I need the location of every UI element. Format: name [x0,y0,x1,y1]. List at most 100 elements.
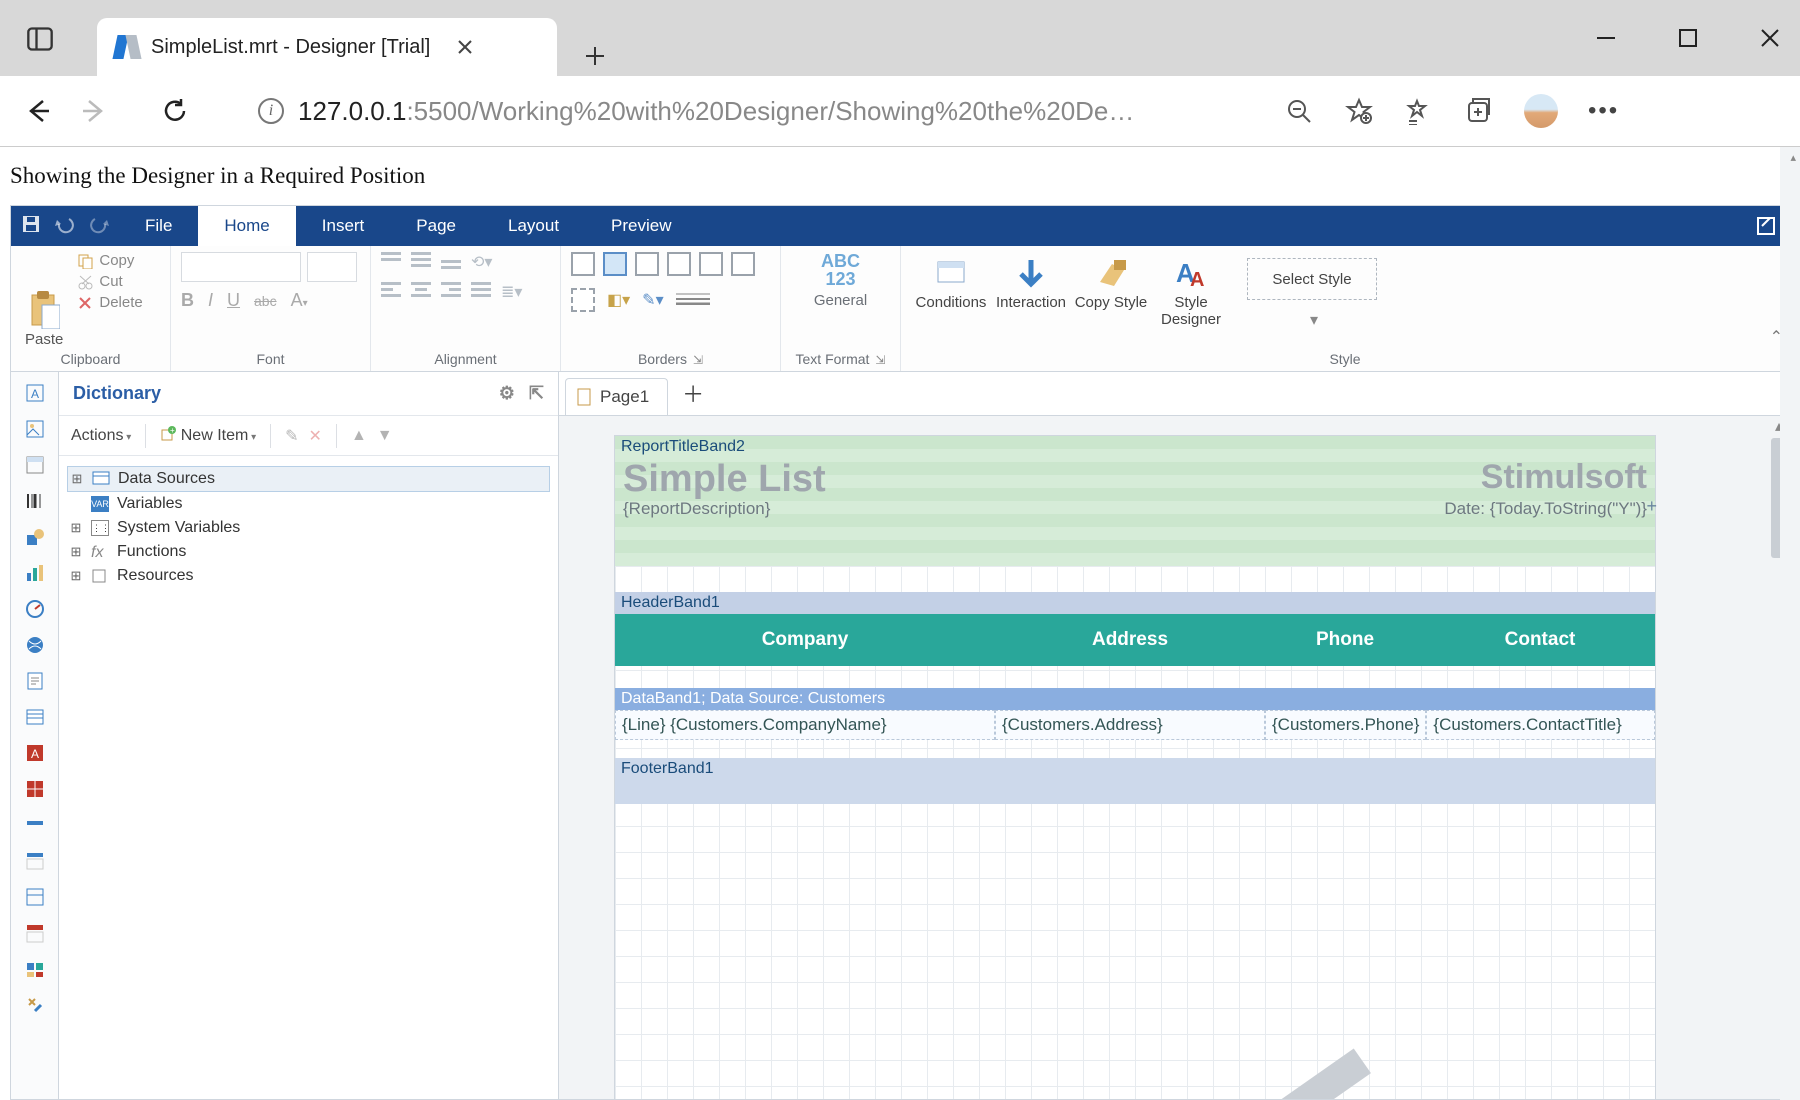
col-address[interactable]: Address [995,614,1265,666]
style-more-icon[interactable]: ▾ [1310,310,1318,330]
url-box[interactable]: i 127.0.0.1:5500/Working%20with%20Design… [244,87,1254,135]
move-down-icon[interactable]: ▼ [377,427,393,445]
design-canvas[interactable]: ReportTitleBand2 Simple List Stimulsoft … [559,416,1789,1099]
title-text-left[interactable]: Simple List [623,458,826,501]
italic-icon[interactable]: I [208,290,213,311]
fill-icon[interactable]: ◧▾ [607,290,630,310]
dictionary-settings-icon[interactable]: ⚙ [499,383,515,404]
border-left-icon[interactable] [635,252,659,276]
tree-variables[interactable]: VARVariables [67,492,550,516]
tool-band-data-icon[interactable] [20,882,50,912]
dictionary-pin-icon[interactable]: ⇱ [529,383,544,404]
title-text-right[interactable]: Stimulsoft [1481,458,1647,501]
font-size-combo[interactable] [307,252,357,282]
border-top-icon[interactable] [667,252,691,276]
new-item-dropdown[interactable]: + New Item [160,426,256,445]
back-icon[interactable] [20,93,56,129]
tool-richtext-icon[interactable] [20,666,50,696]
tool-band-group-icon[interactable] [20,918,50,948]
edit-icon[interactable]: ✎ [285,426,298,446]
align-left-icon[interactable] [381,282,401,300]
profile-avatar-icon[interactable] [1524,94,1558,128]
border-right-icon[interactable] [699,252,723,276]
page-scroll-up-icon[interactable]: ▴ [1790,151,1796,164]
tool-panel-icon[interactable] [20,450,50,480]
copy-button[interactable]: Copy [77,252,142,269]
report-description-field[interactable]: {ReportDescription} [623,499,770,519]
border-style-icon[interactable] [676,291,710,310]
font-family-combo[interactable] [181,252,301,282]
resize-handle-icon[interactable]: + [1646,496,1657,517]
tab-preview[interactable]: Preview [585,206,697,246]
favorite-icon[interactable] [1344,96,1374,126]
underline-icon[interactable]: U [227,290,240,311]
border-none-icon[interactable] [603,252,627,276]
field-contact[interactable]: {Customers.ContactTitle} [1426,710,1655,740]
favorites-bar-icon[interactable] [1404,96,1434,126]
new-tab-icon[interactable] [575,36,615,76]
interaction-button[interactable]: Interaction [991,252,1071,328]
select-style-dropdown[interactable]: Select Style [1247,258,1377,300]
strike-icon[interactable]: abc [254,293,277,309]
tree-functions[interactable]: ⊞fxFunctions [67,540,550,564]
align-justify-icon[interactable] [471,282,491,300]
header-band[interactable]: HeaderBand1 Company Address Phone Contac… [615,592,1655,666]
tool-barcode-icon[interactable] [20,486,50,516]
report-title-band[interactable]: ReportTitleBand2 Simple List Stimulsoft … [615,436,1655,566]
delete-button[interactable]: Delete [77,294,142,311]
tool-settings-icon[interactable] [20,990,50,1020]
tool-shape-icon[interactable] [20,522,50,552]
undo-icon[interactable] [55,214,75,239]
data-band[interactable]: DataBand1; Data Source: Customers {Line}… [615,688,1655,740]
more-icon[interactable]: ••• [1588,97,1619,125]
col-company[interactable]: Company [615,614,995,666]
tool-chart-icon[interactable] [20,558,50,588]
field-line-company[interactable]: {Line} {Customers.CompanyName} [615,710,995,740]
align-right-icon[interactable] [441,282,461,300]
tree-system-variables[interactable]: ⊞⋮⋮System Variables [67,516,550,540]
tab-layout[interactable]: Layout [482,206,585,246]
border-bottom-icon[interactable] [731,252,755,276]
tool-band-header-icon[interactable] [20,846,50,876]
border-clear-icon[interactable] [571,288,595,312]
tab-actions-icon[interactable] [12,11,67,66]
tree-data-sources[interactable]: ⊞Data Sources [67,466,550,492]
line-spacing-icon[interactable]: ≣▾ [501,282,522,302]
textformat-dialog-icon[interactable]: ⇲ [875,353,885,367]
page-tab-1[interactable]: Page1 [565,378,668,415]
tab-insert[interactable]: Insert [296,206,391,246]
collections-icon[interactable] [1464,96,1494,126]
tab-file[interactable]: File [119,206,198,246]
save-icon[interactable] [21,214,41,239]
tool-subreport-icon[interactable] [20,702,50,732]
tool-band-title-icon[interactable] [20,810,50,840]
tool-components-icon[interactable] [20,954,50,984]
tool-gauge-icon[interactable] [20,594,50,624]
maximize-icon[interactable] [1668,18,1708,58]
tool-image-icon[interactable] [20,414,50,444]
border-all-icon[interactable] [571,252,595,276]
zoom-icon[interactable] [1284,96,1314,126]
style-designer-button[interactable]: AAStyleDesigner [1151,252,1231,328]
font-color-icon[interactable]: A▾ [291,290,308,311]
copy-style-button[interactable]: Copy Style [1071,252,1151,328]
border-color-icon[interactable]: ✎▾ [642,290,663,310]
rotate-icon[interactable]: ⟲▾ [471,252,492,272]
footer-band[interactable]: FooterBand1 [615,758,1655,804]
close-window-icon[interactable] [1750,18,1790,58]
tree-resources[interactable]: ⊞Resources [67,564,550,588]
tool-text-icon[interactable]: A [20,378,50,408]
delete-item-icon[interactable]: ✕ [309,426,322,446]
browser-tab-active[interactable]: SimpleList.mrt - Designer [Trial] [97,18,557,76]
site-info-icon[interactable]: i [258,98,284,124]
align-middle-icon[interactable] [411,252,431,270]
page-scrollbar[interactable]: ▴ [1780,147,1800,1100]
report-date-field[interactable]: Date: {Today.ToString("Y")} [1444,499,1647,519]
bold-icon[interactable]: B [181,290,194,311]
cut-button[interactable]: Cut [77,273,142,290]
tool-map-icon[interactable] [20,630,50,660]
borders-dialog-icon[interactable]: ⇲ [693,353,703,367]
move-up-icon[interactable]: ▲ [351,427,367,445]
align-center-icon[interactable] [411,282,431,300]
field-phone[interactable]: {Customers.Phone} [1265,710,1426,740]
